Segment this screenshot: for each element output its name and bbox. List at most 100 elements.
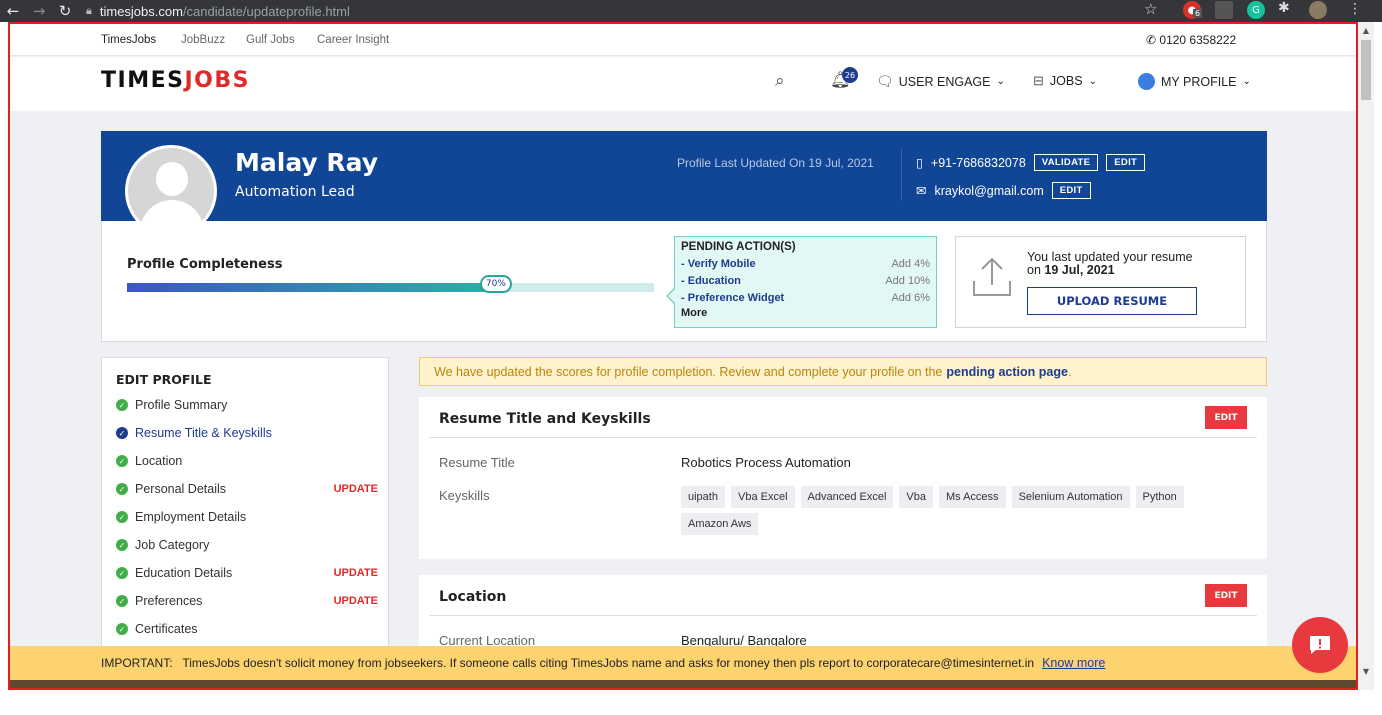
briefcase-icon: ⊟	[1033, 73, 1044, 88]
sidebar-item-label: Profile Summary	[135, 398, 228, 412]
forward-arrow-icon[interactable]: →	[26, 2, 52, 20]
toplink-timesjobs[interactable]: TimesJobs	[101, 34, 156, 46]
check-circle-icon: ✓	[116, 483, 128, 495]
pending-more-link[interactable]: More	[681, 307, 930, 319]
browser-avatar-icon[interactable]	[1309, 1, 1327, 19]
mobile-number: +91-7686832078	[930, 155, 1026, 170]
keyskill-tag: uipath	[681, 486, 725, 508]
puzzle-icon[interactable]: ✱	[1278, 0, 1290, 16]
notice-text: We have updated the scores for profile c…	[434, 364, 943, 379]
toplink-gulf-jobs[interactable]: Gulf Jobs	[246, 34, 295, 46]
sidebar-item-label: Job Category	[135, 538, 210, 552]
chevron-down-icon: ⌄	[996, 76, 1005, 87]
url-host: timesjobs.com	[99, 3, 183, 19]
user-engage-label: USER ENGAGE	[898, 74, 991, 89]
sidebar-item-label: Location	[135, 454, 183, 468]
pending-heading: PENDING ACTION(S)	[681, 241, 796, 253]
extension-badge: 6	[1193, 9, 1203, 18]
update-link[interactable]: UPDATE	[334, 567, 378, 579]
check-circle-icon: ✓	[116, 539, 128, 551]
resume-title-label: Resume Title	[439, 455, 515, 470]
profile-completeness-panel: Profile Completeness 70% PENDING ACTION(…	[101, 221, 1267, 342]
validate-button[interactable]: VALIDATE	[1033, 154, 1099, 171]
back-arrow-icon[interactable]: ←	[0, 2, 26, 20]
jobs-label: JOBS	[1049, 74, 1083, 88]
search-icon[interactable]: ⌕	[775, 71, 785, 91]
score-update-notice: We have updated the scores for profile c…	[419, 357, 1267, 386]
chevron-down-icon: ⌄	[1242, 76, 1251, 87]
toplink-jobbuzz[interactable]: JobBuzz	[181, 34, 225, 46]
upload-icon	[973, 257, 1011, 296]
sidebar-item-label: Education Details	[135, 566, 233, 580]
scrollbar-thumb[interactable]	[1361, 40, 1371, 100]
update-link[interactable]: UPDATE	[334, 595, 378, 607]
page-viewport: TimesJobs JobBuzz Gulf Jobs Career Insig…	[8, 22, 1358, 690]
completeness-title: Profile Completeness	[127, 257, 283, 272]
know-more-link[interactable]: Know more	[1042, 656, 1105, 670]
update-link[interactable]: UPDATE	[334, 483, 378, 495]
sidebar-item[interactable]: ✓ Education Details UPDATE	[116, 564, 378, 582]
profile-role: Automation Lead	[235, 184, 355, 200]
important-notice-bar: IMPORTANT: TimesJobs doesn't solicit mon…	[10, 646, 1356, 680]
scroll-down-icon[interactable]: ▼	[1358, 667, 1374, 676]
email-row: ✉ kraykol@gmail.com EDIT	[916, 182, 1091, 199]
my-profile-label: MY PROFILE	[1161, 74, 1237, 89]
completeness-bar: 70%	[127, 275, 654, 293]
keyskill-tag: Python	[1135, 486, 1184, 508]
pending-item[interactable]: - Education Add 10%	[681, 272, 930, 289]
timesjobs-logo[interactable]: TIMESJOBS	[101, 68, 250, 93]
sidebar-heading: EDIT PROFILE	[116, 372, 212, 387]
keyskill-tag: Vba	[899, 486, 933, 508]
keyskills-tags: uipath Vba Excel Advanced Excel Vba Ms Acces…	[681, 486, 1251, 540]
sidebar-item[interactable]: ✓ Profile Summary	[116, 396, 378, 414]
check-circle-icon: ✓	[116, 511, 128, 523]
profile-name: Malay Ray	[235, 148, 379, 177]
extension-grey-icon[interactable]	[1215, 1, 1233, 19]
menu-kebab-icon[interactable]: ⋮	[1348, 1, 1362, 17]
check-circle-icon: ✓	[116, 595, 128, 607]
sidebar-item[interactable]: ✓ Job Category	[116, 536, 378, 554]
keyskill-tag: Vba Excel	[730, 486, 795, 508]
check-circle-icon: ✓	[116, 623, 128, 635]
scroll-up-icon[interactable]: ▲	[1358, 26, 1374, 35]
profile-banner: Malay Ray Automation Lead Profile Last U…	[101, 131, 1267, 237]
sidebar-item[interactable]: ✓ Location	[116, 452, 378, 470]
user-engage-menu[interactable]: 🗨︎ USER ENGAGE ⌄	[876, 73, 1005, 90]
sidebar-item-label: Certificates	[135, 622, 198, 636]
toplink-career-insight[interactable]: Career Insight	[317, 34, 389, 46]
sidebar-item[interactable]: ✓ Employment Details	[116, 508, 378, 526]
edit-mobile-button[interactable]: EDIT	[1106, 154, 1146, 171]
pending-action-page-link[interactable]: pending action page	[946, 365, 1068, 379]
reload-icon[interactable]: ↻	[52, 2, 78, 20]
keyskill-tag: Ms Access	[938, 486, 1006, 508]
pending-item[interactable]: - Preference Widget Add 6%	[681, 289, 930, 306]
jobs-menu[interactable]: ⊟ JOBS ⌄	[1033, 73, 1097, 89]
feedback-button[interactable]	[1292, 617, 1348, 673]
browser-toolbar: ← → ↻ 🔒︎ timesjobs.com/candidate/updatep…	[0, 0, 1382, 22]
lock-icon: 🔒︎	[86, 4, 92, 17]
upload-resume-button[interactable]: UPLOAD RESUME	[1027, 287, 1197, 315]
important-text: IMPORTANT: TimesJobs doesn't solicit mon…	[101, 656, 1035, 670]
edit-location-button[interactable]: EDIT	[1205, 584, 1247, 607]
sidebar-item[interactable]: ✓ Personal Details UPDATE	[116, 480, 378, 498]
edit-resume-button[interactable]: EDIT	[1205, 406, 1247, 429]
keyskill-tag: Selenium Automation	[1011, 486, 1130, 508]
sidebar-item[interactable]: ✓ Preferences UPDATE	[116, 592, 378, 610]
my-profile-menu[interactable]: MY PROFILE ⌄	[1138, 73, 1251, 90]
completeness-fill	[127, 283, 496, 292]
sidebar-item[interactable]: ✓ Resume Title & Keyskills	[116, 424, 378, 442]
page-scrollbar[interactable]: ▲ ▼	[1358, 22, 1374, 690]
chevron-down-icon: ⌄	[1088, 75, 1097, 87]
grammarly-icon[interactable]: G	[1247, 1, 1265, 19]
keyskill-tag: Advanced Excel	[800, 486, 894, 508]
sidebar-item[interactable]: ✓ Certificates	[116, 620, 378, 638]
edit-email-button[interactable]: EDIT	[1051, 182, 1091, 199]
star-icon[interactable]: ☆	[1144, 0, 1157, 18]
logo-part2: JOBS	[184, 68, 250, 93]
address-bar[interactable]: 🔒︎ timesjobs.com/candidate/updateprofile…	[86, 4, 350, 19]
sidebar-item-label: Personal Details	[135, 482, 227, 496]
user-avatar-icon	[1138, 73, 1155, 90]
sidebar-item-label: Employment Details	[135, 510, 247, 524]
pending-item[interactable]: - Verify Mobile Add 4%	[681, 255, 930, 272]
check-circle-icon: ✓	[116, 399, 128, 411]
